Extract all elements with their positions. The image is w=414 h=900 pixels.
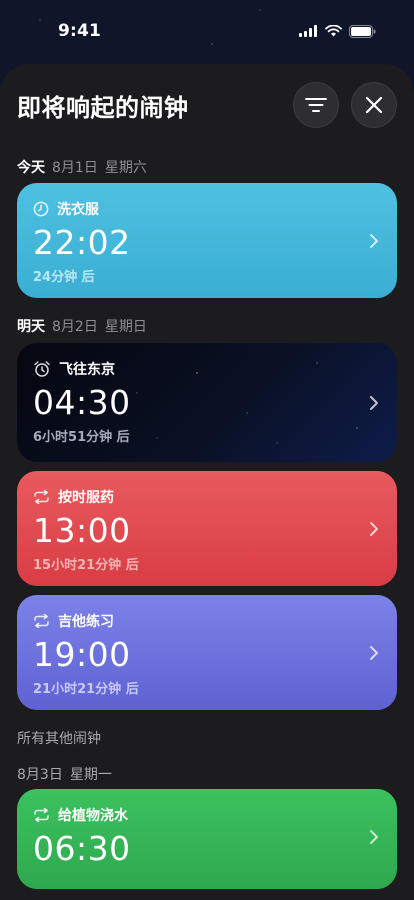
status-bar: 9:41 [0, 0, 414, 62]
alarm-time: 22:02 [33, 223, 131, 262]
close-icon [365, 96, 383, 114]
section-label-tomorrow: 明天 8月2日 星期日 [17, 316, 147, 336]
alarm-card-medicine[interactable]: 按时服药 13:00 15小时21分钟 后 [17, 471, 397, 586]
alarm-card-tokyo[interactable]: 飞往东京 04:30 6小时51分钟 后 [17, 343, 397, 462]
alarm-remaining: 24分钟 后 [33, 270, 95, 285]
repeat-icon [34, 490, 49, 504]
repeat-icon [34, 808, 49, 822]
header: 即将响起的闹钟 [17, 82, 397, 128]
header-buttons [293, 82, 397, 128]
alarm-remaining: 6小时51分钟 后 [33, 430, 130, 445]
status-time: 9:41 [58, 21, 102, 41]
alarm-time: 04:30 [33, 383, 131, 422]
clock-icon [33, 201, 49, 217]
alarm-name: 飞往东京 [59, 362, 115, 378]
section-weekday: 星期日 [104, 319, 147, 335]
alarm-card-guitar[interactable]: 吉他练习 19:00 21小时21分钟 后 [17, 595, 397, 710]
alarm-name: 吉他练习 [58, 614, 114, 630]
alarm-remaining: 15小时21分钟 后 [33, 558, 139, 573]
alarm-name: 洗衣服 [57, 202, 99, 218]
section-date: 8月3日 [17, 767, 63, 783]
chevron-right-icon [370, 395, 378, 410]
cellular-signal-icon [299, 25, 317, 37]
alarm-remaining: 21小时21分钟 后 [33, 682, 139, 697]
alarm-name: 按时服药 [58, 490, 114, 506]
status-icons [299, 24, 376, 38]
section-label-today: 今天 8月1日 星期六 [17, 157, 147, 177]
section-day: 今天 [17, 160, 45, 176]
battery-icon [349, 24, 376, 38]
section-weekday: 星期六 [104, 160, 147, 176]
chevron-right-icon [370, 645, 378, 660]
page-title: 即将响起的闹钟 [17, 93, 189, 122]
alarm-time: 13:00 [33, 511, 131, 550]
chevron-right-icon [370, 233, 378, 248]
section-day: 明天 [17, 319, 45, 335]
alarm-card-laundry[interactable]: 洗衣服 22:02 24分钟 后 [17, 183, 397, 298]
alarm-time: 06:30 [33, 829, 131, 868]
section-weekday: 星期一 [69, 767, 112, 783]
section-date: 8月2日 [52, 319, 98, 335]
alarm-clock-icon [34, 361, 50, 377]
wifi-icon [325, 25, 342, 37]
filter-icon [305, 98, 327, 112]
filter-button[interactable] [293, 82, 339, 128]
section-label-others: 所有其他闹钟 [17, 731, 101, 747]
section-label-aug3: 8月3日 星期一 [17, 764, 112, 784]
upcoming-alarms-sheet: 即将响起的闹钟 今天 8月1日 星期六 洗衣服 22:02 24分钟 后 明天 … [0, 64, 414, 900]
alarm-name: 给植物浇水 [58, 808, 128, 824]
chevron-right-icon [370, 521, 378, 536]
close-button[interactable] [351, 82, 397, 128]
repeat-icon [34, 614, 49, 628]
chevron-right-icon [370, 830, 378, 844]
section-date: 8月1日 [52, 160, 98, 176]
alarm-time: 19:00 [33, 635, 131, 674]
alarm-card-plants[interactable]: 给植物浇水 06:30 [17, 789, 397, 889]
